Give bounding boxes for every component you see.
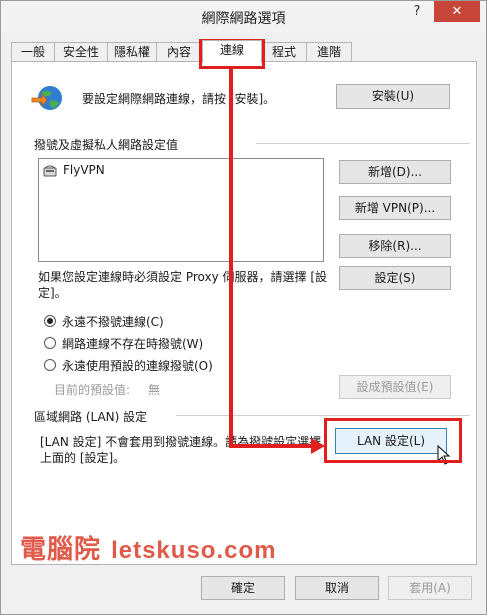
dialup-heading: 撥號及虛擬私人網路設定值 xyxy=(34,138,179,152)
internet-options-dialog: 網際網路選項 ? ✕ 一般 安全性 隱私權 內容 連線 程式 進階 要設定網際網… xyxy=(0,0,487,615)
proxy-note-line2: 定]。 xyxy=(38,286,67,300)
dial-when-no-network-radio[interactable] xyxy=(44,337,56,349)
remove-button[interactable]: 移除(R)... xyxy=(339,234,451,258)
cancel-button[interactable]: 取消 xyxy=(295,576,379,600)
tab-security[interactable]: 安全性 xyxy=(54,42,108,62)
tab-connections[interactable]: 連線 xyxy=(202,40,262,63)
tab-advanced[interactable]: 進階 xyxy=(306,42,352,62)
current-default-label: 目前的預設值: xyxy=(54,383,131,397)
tab-content[interactable]: 內容 xyxy=(156,42,202,62)
proxy-note-line1: 如果您設定連線時必須設定 Proxy 伺服器，請選擇 [設 xyxy=(38,270,327,284)
ok-button[interactable]: 確定 xyxy=(201,576,285,600)
tab-programs[interactable]: 程式 xyxy=(261,42,307,62)
always-dial-default-radio[interactable] xyxy=(44,359,56,371)
dialup-connection-icon xyxy=(43,165,57,177)
dial-when-no-network-label[interactable]: 網路連線不存在時撥號(W) xyxy=(62,335,203,352)
never-dial-radio[interactable] xyxy=(44,315,56,327)
always-dial-default-label[interactable]: 永遠使用預設的連線撥號(O) xyxy=(62,357,213,374)
connections-panel: 要設定網際網路連線，請按 [安裝]。 安裝(U) 撥號及虛擬私人網路設定值 Fl… xyxy=(11,61,477,565)
setup-text: 要設定網際網路連線，請按 [安裝]。 xyxy=(82,92,276,106)
site-watermark: 電腦院 letskuso.com xyxy=(20,529,276,566)
lan-group-divider xyxy=(176,415,470,416)
highlight-arrow-vertical xyxy=(229,69,233,447)
connection-list[interactable]: FlyVPN xyxy=(38,158,324,262)
dialup-group-divider xyxy=(256,143,470,144)
highlight-arrow-horizontal xyxy=(229,444,315,448)
lan-heading: 區域網路 (LAN) 設定 xyxy=(34,410,148,424)
tab-privacy[interactable]: 隱私權 xyxy=(107,42,157,62)
never-dial-label[interactable]: 永遠不撥號連線(C) xyxy=(62,313,164,330)
help-button[interactable]: ? xyxy=(408,4,426,20)
connection-name: FlyVPN xyxy=(63,163,105,177)
setup-button[interactable]: 安裝(U) xyxy=(336,84,450,109)
tab-general[interactable]: 一般 xyxy=(11,42,55,62)
apply-button[interactable]: 套用(A) xyxy=(388,576,472,600)
lan-note-line2: 上面的 [設定]。 xyxy=(40,451,126,465)
set-default-button[interactable]: 設成預設值(E) xyxy=(339,375,451,399)
title-bar: 網際網路選項 ? ✕ xyxy=(1,1,486,32)
add-vpn-button[interactable]: 新增 VPN(P)... xyxy=(339,196,451,220)
watermark-latin: letskuso.com xyxy=(111,537,277,564)
close-button[interactable]: ✕ xyxy=(434,1,480,22)
settings-button[interactable]: 設定(S) xyxy=(339,266,451,290)
current-default-value: 無 xyxy=(148,383,161,397)
lan-button-highlight-box xyxy=(324,418,462,463)
add-button[interactable]: 新增(D)... xyxy=(339,160,451,184)
network-globe-icon xyxy=(31,86,62,110)
highlight-arrow-head-icon xyxy=(311,438,325,454)
watermark-cjk: 電腦院 xyxy=(20,535,102,565)
